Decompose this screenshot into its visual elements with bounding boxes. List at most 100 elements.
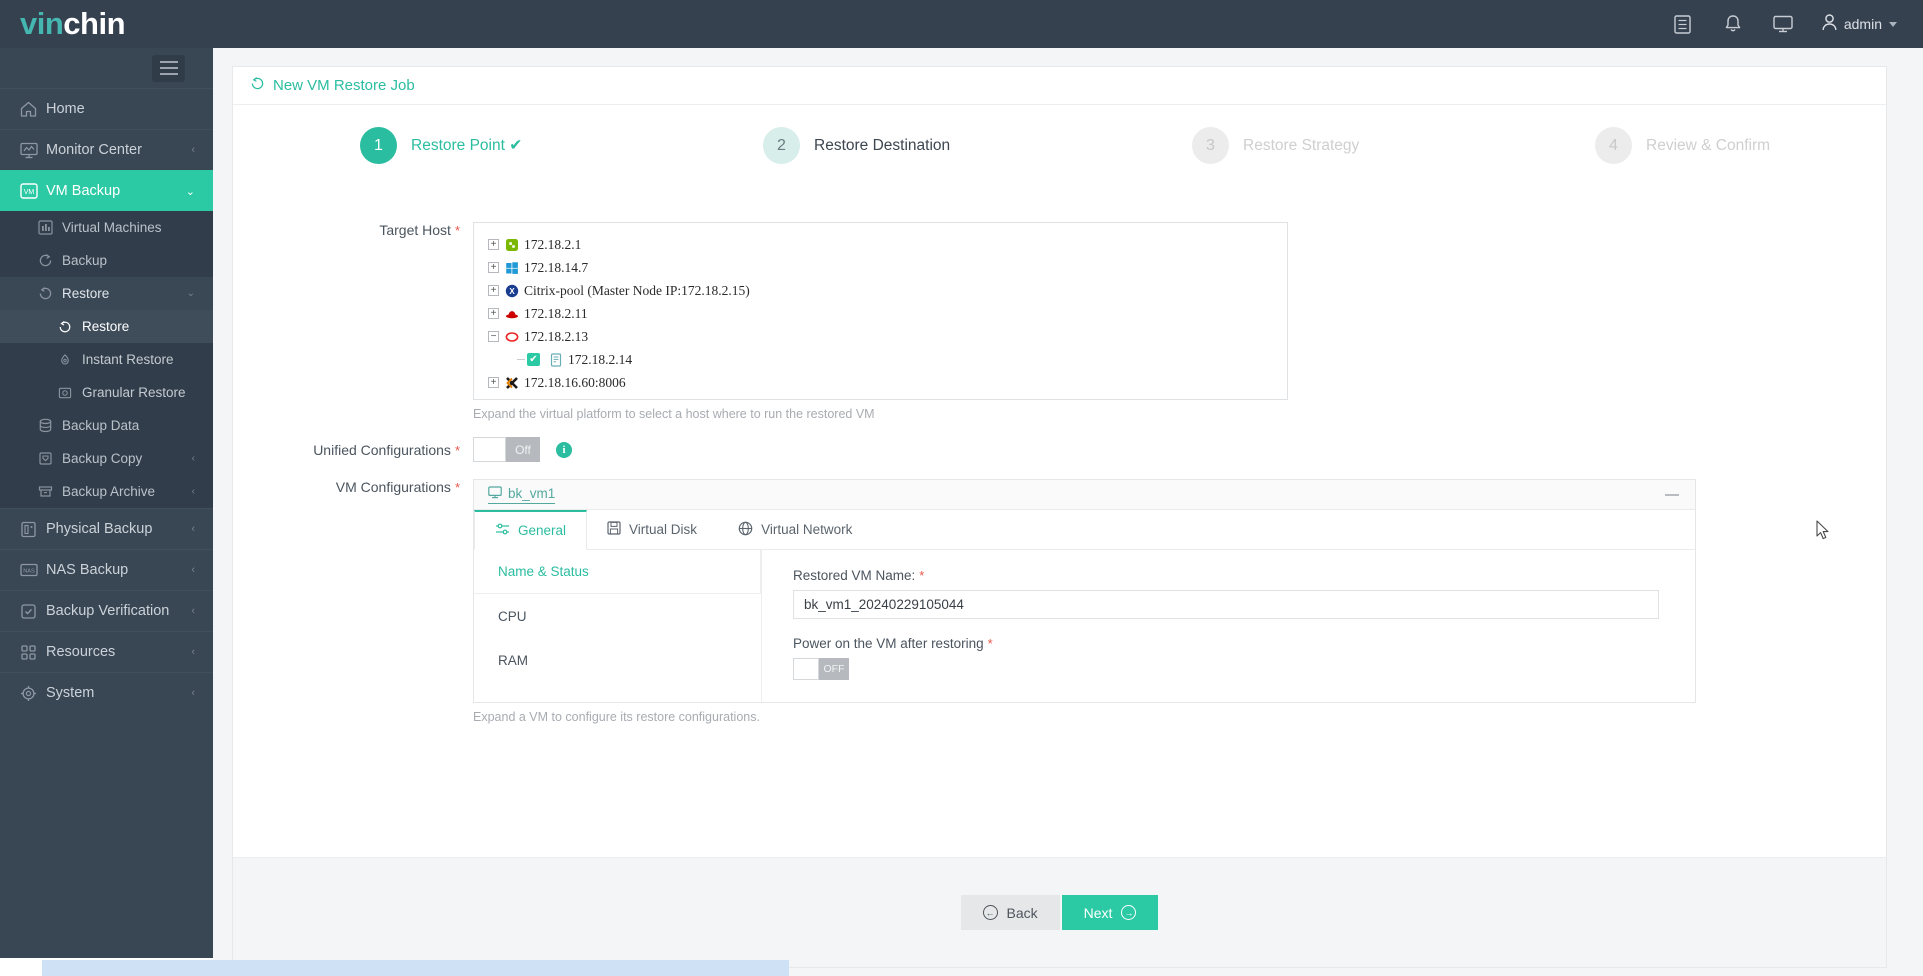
expand-icon[interactable]: + [488, 377, 499, 388]
sidebar-item-instant-restore[interactable]: Instant Restore [0, 343, 213, 376]
back-button[interactable]: ← Back [960, 895, 1060, 930]
unified-configurations-toggle[interactable]: Off [473, 437, 540, 462]
hyperv-windows-icon [504, 260, 520, 276]
sidebar-item-label: Virtual Machines [62, 220, 162, 235]
expand-icon[interactable]: + [488, 308, 499, 319]
sidebar-item-label: Backup Verification [46, 603, 170, 619]
step-review-confirm[interactable]: 4 Review & Confirm [1595, 127, 1770, 164]
tree-node[interactable]: + 172.18.14.7 [488, 256, 1287, 279]
tab-general[interactable]: General [474, 510, 588, 550]
bell-icon[interactable] [1722, 13, 1744, 35]
vm-name-link[interactable]: bk_vm1 [488, 485, 556, 504]
expand-icon[interactable]: + [488, 239, 499, 250]
expand-icon[interactable]: + [488, 262, 499, 273]
brand-logo[interactable]: vinchin [0, 0, 213, 48]
sidebar-item-backup-data[interactable]: Backup Data [0, 409, 213, 442]
sidebar-item-granular-restore[interactable]: Granular Restore [0, 376, 213, 409]
tree-node-label: 172.18.16.60:8006 [524, 374, 626, 390]
sub-nav-name-status[interactable]: Name & Status [474, 550, 761, 594]
citrix-icon: X [504, 283, 520, 299]
sidebar-item-label: Restore [82, 319, 130, 334]
collapse-icon[interactable]: − [488, 331, 499, 342]
sidebar-item-label: Resources [46, 644, 116, 660]
tree-node[interactable]: + 172.18.16.60:8006 [488, 371, 1287, 394]
expand-icon[interactable]: + [488, 285, 499, 296]
tree-node[interactable]: + X Citrix-pool (Master Node IP:172.18.2… [488, 279, 1287, 302]
user-menu[interactable]: admin [1822, 14, 1897, 34]
sidebar-item-label: Backup Archive [62, 484, 156, 499]
step-restore-destination[interactable]: 2 Restore Destination [763, 127, 950, 164]
power-on-toggle[interactable]: OFF [793, 658, 849, 680]
svg-text:NAS: NAS [23, 569, 35, 575]
sidebar-item-virtual-machines[interactable]: Virtual Machines [0, 211, 213, 244]
sidebar-item-label: Backup [62, 253, 108, 268]
next-button[interactable]: Next → [1061, 895, 1159, 930]
sub-nav-ram[interactable]: RAM [474, 638, 761, 682]
sidebar-item-restore[interactable]: Restore [0, 310, 213, 343]
step-restore-point[interactable]: 1 Restore Point ✔ [360, 127, 522, 164]
sidebar-item-arrow: ‹ [191, 564, 195, 576]
sidebar-item-monitor-center[interactable]: Monitor Center ‹ [0, 129, 213, 170]
vm-sub-nav: Name & Status CPU RAM [474, 550, 762, 702]
hamburger-menu-icon[interactable] [152, 54, 185, 82]
tree-node[interactable]: + 172.18.2.1 [488, 233, 1287, 256]
sidebar-item-arrow: ‹ [191, 523, 195, 535]
toggle-knob [473, 437, 506, 462]
vm-monitor-icon [488, 485, 502, 502]
redhat-icon [504, 306, 520, 322]
resources-icon [20, 644, 46, 661]
restored-vm-name-input[interactable] [793, 590, 1659, 619]
sidebar-item-restore-group[interactable]: Restore ⌄ [0, 277, 213, 310]
sidebar-item-physical-backup[interactable]: Physical Backup ‹ [0, 508, 213, 549]
proxmox-green-icon [504, 237, 520, 253]
restored-vm-name-label: Restored VM Name: * [793, 568, 925, 583]
step-restore-strategy[interactable]: 3 Restore Strategy [1192, 127, 1359, 164]
tree-node-child[interactable]: ✔ 172.18.2.14 [488, 348, 1287, 371]
vm-configurations-row: VM Configurations * bk_vm1 General Virtu… [233, 479, 1696, 724]
sidebar-item-backup[interactable]: Backup [0, 244, 213, 277]
user-avatar-icon [1822, 14, 1837, 34]
proxmox-x-icon [504, 375, 520, 391]
required-mark: * [454, 442, 460, 458]
logs-icon[interactable] [1672, 13, 1694, 35]
sidebar-item-backup-archive[interactable]: Backup Archive ‹ [0, 475, 213, 508]
unified-configurations-row: Unified Configurations * Off i [233, 437, 572, 462]
sidebar-item-arrow: ‹ [191, 605, 195, 617]
info-icon[interactable]: i [556, 441, 572, 458]
tab-virtual-disk[interactable]: Virtual Disk [587, 510, 718, 549]
sidebar-item-label: NAS Backup [46, 562, 129, 578]
required-mark: * [987, 636, 993, 651]
tree-node[interactable]: + 172.18.2.11 [488, 302, 1287, 325]
sidebar-item-vm-backup[interactable]: VM VM Backup ⌄ [0, 170, 222, 211]
ovirt-icon [504, 329, 520, 345]
horizontal-scrollbar[interactable] [42, 960, 789, 976]
tab-label: Virtual Network [761, 522, 853, 537]
target-host-tree[interactable]: + 172.18.2.1 + 172.18.14.7 + X Citrix-po… [473, 222, 1288, 400]
host-checkbox[interactable]: ✔ [527, 353, 540, 366]
tree-node-label: 172.18.14.7 [524, 259, 589, 275]
wizard-steps: 1 Restore Point ✔ 2 Restore Destination … [233, 105, 1886, 191]
tab-label: Virtual Disk [629, 522, 698, 537]
sidebar-item-home[interactable]: Home [0, 88, 213, 129]
restore-icon [250, 76, 265, 95]
collapse-icon[interactable] [1665, 493, 1679, 496]
tree-node-label: 172.18.2.13 [524, 328, 589, 344]
sidebar-item-backup-copy[interactable]: Backup Copy ‹ [0, 442, 213, 475]
sidebar-item-resources[interactable]: Resources ‹ [0, 631, 213, 672]
sidebar-item-label: VM Backup [46, 183, 121, 199]
toggle-state-label: Off [506, 437, 540, 462]
monitor-icon[interactable] [1772, 13, 1794, 35]
sidebar-item-backup-verification[interactable]: Backup Verification ‹ [0, 590, 213, 631]
back-button-label: Back [1006, 904, 1038, 921]
tab-virtual-network[interactable]: Virtual Network [718, 510, 873, 549]
sub-nav-cpu[interactable]: CPU [474, 594, 761, 638]
sidebar-item-label: System [46, 685, 95, 701]
tree-node[interactable]: − 172.18.2.13 [488, 325, 1287, 348]
tree-node-label: 172.18.2.1 [524, 236, 582, 252]
monitor-center-icon [20, 142, 46, 159]
sidebar-item-system[interactable]: System ‹ [0, 672, 213, 713]
backup-archive-icon [38, 484, 62, 499]
user-name: admin [1843, 16, 1882, 32]
sidebar-item-nas-backup[interactable]: NAS NAS Backup ‹ [0, 549, 213, 590]
sidebar-item-label: Restore [62, 286, 110, 301]
